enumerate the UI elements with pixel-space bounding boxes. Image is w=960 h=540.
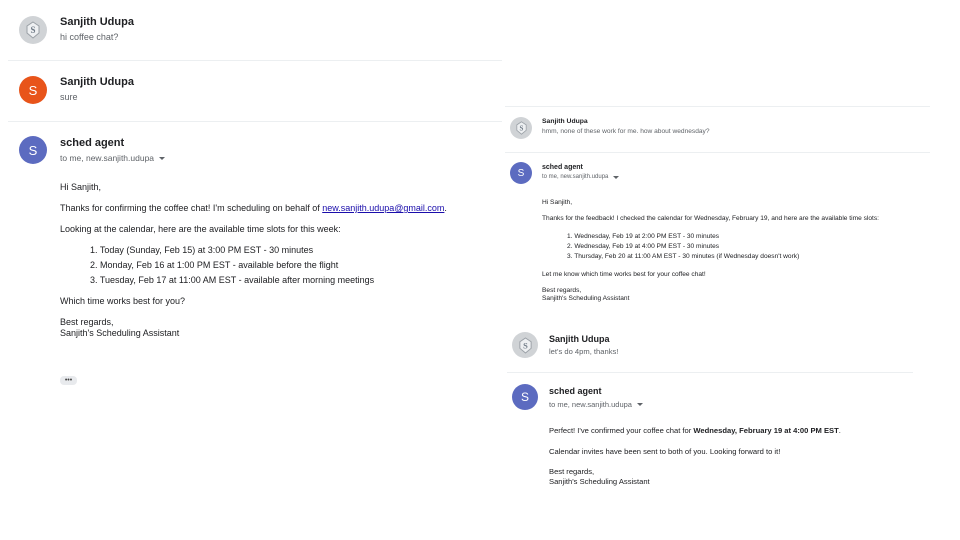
message-snippet: hmm, none of these work for me. how abou… [542,128,710,135]
confirm-line: Thanks for confirming the coffee chat! I… [60,203,490,214]
slot-item: 3. Tuesday, Feb 17 at 11:00 AM EST - ava… [90,275,375,285]
message-snippet: sure [60,92,78,102]
sender-name: sched agent [549,386,602,396]
sender-name: sched agent [60,137,125,149]
greeting: Hi Sanjith, [60,182,102,192]
avatar-letter: S [28,82,38,98]
message-snippet: hi coffee chat? [60,32,119,42]
confirmed-time: Wednesday, February 19 at 4:00 PM EST [693,426,839,435]
avatar-letter: S [517,167,525,179]
slot-list: 1. Wednesday, Feb 19 at 2:00 PM EST - 30… [567,233,932,261]
invites-line: Calendar invites have been sent to both … [549,446,781,456]
chevron-down-icon[interactable] [636,403,643,406]
question-line: Which time works best for you? [60,296,186,306]
sender-name: sched agent [542,164,583,171]
slot-list: 1. Today (Sunday, Feb 15) at 3:00 PM EST… [90,245,490,286]
slot-item: 3. Thursday, Feb 20 at 11:00 AM EST - 30… [567,253,800,260]
confirm-text: Thanks for confirming the coffee chat! I… [60,203,323,213]
svg-text:S: S [30,25,35,35]
sender-name: Sanjith Udupa [542,118,588,125]
feedback-line: Thanks for the feedback! I checked the c… [542,215,879,222]
svg-text:S: S [519,124,523,132]
recipients[interactable]: to me, new.sanjith.udupa [542,174,620,180]
sender-name: Sanjith Udupa [549,334,610,344]
avatar: S [512,384,538,410]
signature: Sanjith's Scheduling Assistant [549,476,650,486]
signature: Sanjith's Scheduling Assistant [60,328,180,338]
avatar-letter: S [520,390,529,404]
avatar-letter: S [28,142,38,158]
slot-item: 2. Wednesday, Feb 19 at 4:00 PM EST - 30… [567,243,720,250]
confirm-line: Perfect! I've confirmed your coffee chat… [549,426,929,436]
signature: Sanjith's Scheduling Assistant [542,295,630,302]
svg-text:S: S [523,340,528,350]
signoff: Best regards, [542,287,582,294]
slot-item: 2. Monday, Feb 16 at 1:00 PM EST - avail… [90,260,339,270]
email-body: Perfect! I've confirmed your coffee chat… [549,426,929,486]
confirm-suffix: . [838,426,841,435]
email-link[interactable]: new.sanjith.udupa@gmail.com [322,203,444,213]
avatar: S [19,136,47,164]
logo-icon: S [26,21,40,39]
logo-icon: S [518,336,532,354]
email-body: Hi Sanjith, Thanks for confirming the co… [60,182,490,339]
message-collapsed[interactable]: S Sanjith Udupa let's do 4pm, thanks! [505,328,930,372]
logo-icon: S [515,121,527,135]
recipients-text: to me, new.sanjith.udupa [549,400,632,409]
divider [507,372,913,373]
signoff: Best regards, [549,467,595,476]
confirm-suffix: . [444,203,447,213]
recipients-text: to me, new.sanjith.udupa [542,174,609,180]
sender-name: Sanjith Udupa [60,16,134,28]
message-collapsed[interactable]: S Sanjith Udupa hmm, none of these work … [505,107,930,151]
slot-item: 1. Today (Sunday, Feb 15) at 3:00 PM EST… [90,245,314,255]
sender-name: Sanjith Udupa [60,76,134,88]
signoff: Best regards, [60,317,114,327]
message-collapsed[interactable]: S Sanjith Udupa hi coffee chat? [0,0,502,60]
recipients-text: to me, new.sanjith.udupa [60,153,155,163]
chevron-down-icon[interactable] [159,156,166,160]
avatar: S [512,332,538,358]
divider [505,152,930,153]
avatar: S [19,16,47,44]
message-snippet: let's do 4pm, thanks! [549,347,619,356]
avatar: S [510,162,532,184]
divider [8,121,502,122]
chevron-down-icon[interactable] [613,175,620,179]
intro-line: Looking at the calendar, here are the av… [60,224,341,234]
email-body: Hi Sanjith, Thanks for the feedback! I c… [542,199,932,303]
show-trimmed-content-button[interactable]: ••• [60,376,77,385]
confirm-text: Perfect! I've confirmed your coffee chat… [549,426,694,435]
recipients[interactable]: to me, new.sanjith.udupa [549,400,643,409]
avatar: S [510,117,532,139]
message-collapsed[interactable]: S Sanjith Udupa sure [0,61,502,121]
slot-item: 1. Wednesday, Feb 19 at 2:00 PM EST - 30… [567,233,720,240]
question-line: Let me know which time works best for yo… [542,271,706,278]
greeting: Hi Sanjith, [542,199,573,206]
recipients[interactable]: to me, new.sanjith.udupa [60,153,166,163]
avatar: S [19,76,47,104]
